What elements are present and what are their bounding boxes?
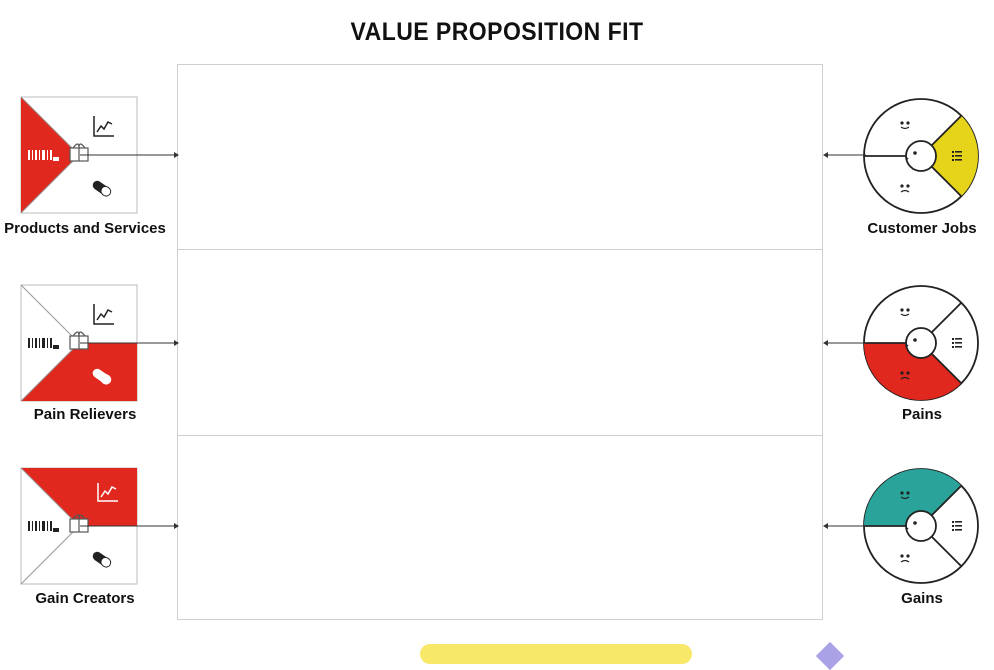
label-gains: Gains: [901, 590, 943, 607]
label-pain-relievers: Pain Relievers: [33, 406, 137, 423]
list-icon: [952, 151, 962, 161]
bottom-yellow-shape: [420, 644, 692, 664]
list-icon: [952, 521, 962, 531]
fit-panel-pain-relievers[interactable]: [177, 250, 823, 436]
label-pains: Pains: [901, 406, 943, 423]
connector-gains: [823, 523, 866, 529]
customer-jobs-icon: [863, 98, 979, 214]
connector-products: [80, 152, 179, 158]
gains-icon: [863, 468, 979, 584]
fit-panel-products[interactable]: [177, 64, 823, 250]
connector-pain-relievers: [80, 340, 179, 346]
connector-pains: [823, 340, 866, 346]
label-customer-jobs: Customer Jobs: [867, 220, 977, 237]
label-products-and-services: Products and Services: [4, 220, 166, 237]
connector-gain-creators: [80, 523, 179, 529]
label-gain-creators: Gain Creators: [35, 590, 135, 607]
pains-icon: [863, 285, 979, 401]
connector-customer-jobs: [823, 152, 866, 158]
list-icon: [952, 338, 962, 348]
page-title: VALUE PROPOSITION FIT: [350, 18, 644, 46]
fit-panel-gain-creators[interactable]: [177, 436, 823, 620]
bottom-purple-shape: [815, 641, 845, 670]
